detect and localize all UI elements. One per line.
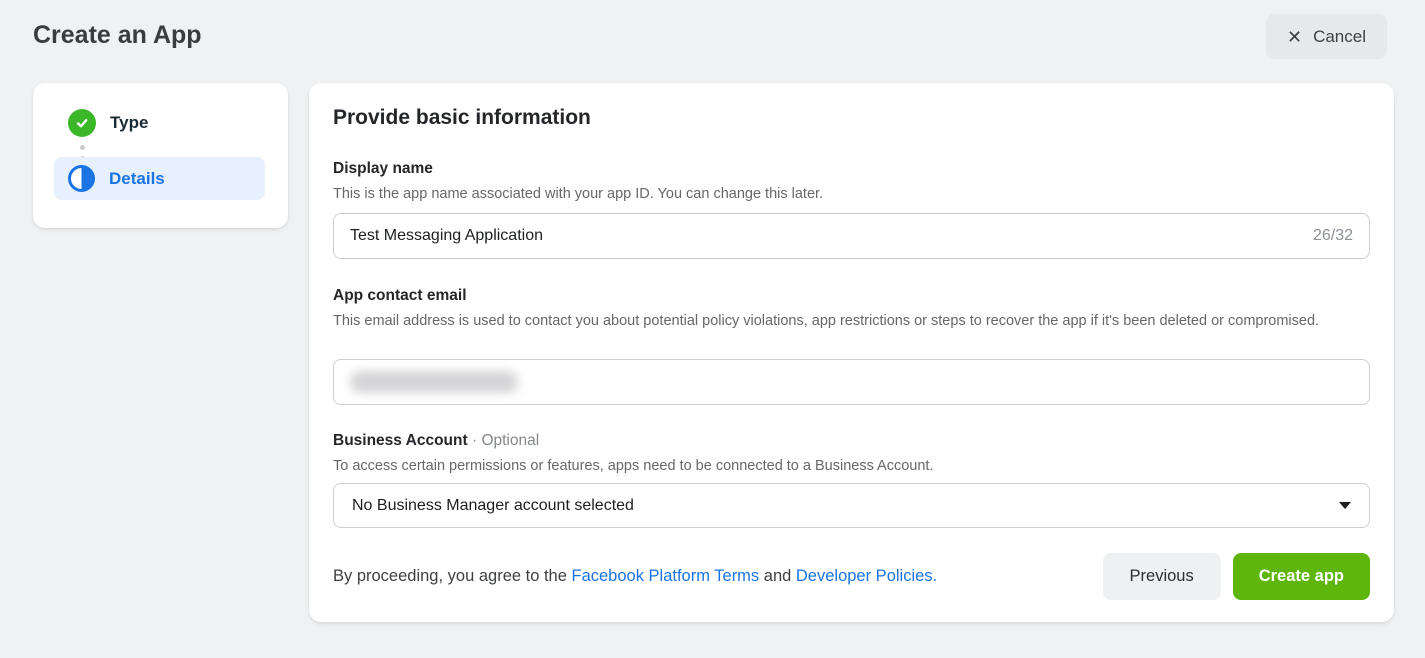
display-name-description: This is the app name associated with you…: [333, 183, 1370, 206]
display-name-input[interactable]: [350, 227, 1301, 245]
check-circle-icon: [68, 109, 96, 137]
close-icon: ✕: [1287, 28, 1302, 46]
card-heading: Provide basic information: [333, 106, 591, 130]
contact-email-label: App contact email: [333, 287, 467, 305]
page-title: Create an App: [33, 21, 202, 50]
cancel-button-label: Cancel: [1313, 27, 1366, 47]
facebook-platform-terms-link[interactable]: Facebook Platform Terms: [572, 567, 760, 585]
chevron-down-icon: [1339, 502, 1351, 509]
step-type-label: Type: [110, 113, 148, 133]
display-name-label: Display name: [333, 160, 433, 178]
card-footer: By proceeding, you agree to the Facebook…: [333, 553, 1370, 600]
cancel-button[interactable]: ✕ Cancel: [1266, 14, 1387, 59]
business-account-select[interactable]: No Business Manager account selected: [333, 483, 1370, 528]
agreement-prefix: By proceeding, you agree to the: [333, 567, 572, 585]
redacted-email-value: [350, 371, 518, 393]
business-account-description: To access certain permissions or feature…: [333, 455, 1370, 478]
contact-email-description: This email address is used to contact yo…: [333, 310, 1370, 333]
business-account-label-text: Business Account: [333, 432, 468, 449]
display-name-field-container: 26/32: [333, 213, 1370, 259]
half-filled-circle-icon: [68, 165, 95, 192]
step-details-label: Details: [109, 169, 165, 189]
basic-information-card: Provide basic information Display name T…: [309, 83, 1394, 622]
create-app-page: Create an App ✕ Cancel Type Details Prov…: [0, 0, 1425, 658]
developer-policies-link[interactable]: Developer Policies.: [796, 567, 937, 585]
step-details[interactable]: Details: [54, 157, 265, 200]
business-account-selected-value: No Business Manager account selected: [352, 497, 634, 515]
character-counter: 26/32: [1313, 227, 1353, 245]
optional-separator: · Optional: [472, 432, 539, 449]
optional-label: Optional: [481, 432, 539, 449]
previous-button[interactable]: Previous: [1103, 553, 1221, 600]
step-connector-dot: [80, 145, 85, 150]
contact-email-field-container[interactable]: [333, 359, 1370, 405]
step-type[interactable]: Type: [68, 109, 148, 137]
agreement-text: By proceeding, you agree to the Facebook…: [333, 567, 1103, 586]
business-account-label: Business Account · Optional: [333, 432, 539, 450]
stepper-card: Type Details: [33, 83, 288, 228]
create-app-button[interactable]: Create app: [1233, 553, 1370, 600]
agreement-middle: and: [759, 567, 796, 585]
